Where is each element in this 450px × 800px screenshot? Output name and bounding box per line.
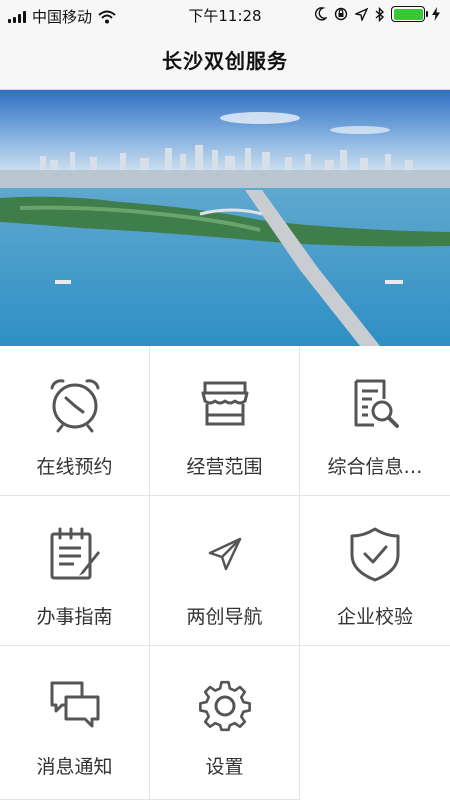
menu-item-label: 设置 (205, 756, 244, 778)
menu-item-label: 综合信息… (327, 456, 423, 478)
menu-item-navigation[interactable]: 两创导航 (150, 496, 300, 646)
shield-check-icon (345, 524, 405, 584)
menu-item-online-booking[interactable]: 在线预约 (0, 346, 150, 496)
chat-bubbles-icon (45, 674, 105, 734)
menu-item-label: 在线预约 (36, 456, 113, 478)
menu-item-business-scope[interactable]: 经营范围 (150, 346, 300, 496)
navigation-bar: 长沙双创服务 (0, 30, 450, 90)
paper-plane-icon (195, 524, 255, 584)
menu-item-messages[interactable]: 消息通知 (0, 646, 150, 800)
menu-item-service-guide[interactable]: 办事指南 (0, 496, 150, 646)
empty-cell (300, 646, 450, 800)
menu-item-label: 经营范围 (186, 456, 263, 478)
gear-icon (195, 674, 255, 734)
menu-item-label: 消息通知 (36, 756, 113, 778)
page-title: 长沙双创服务 (162, 49, 288, 73)
banner-image[interactable] (0, 90, 450, 346)
notepad-pen-icon (45, 524, 105, 584)
city-river-photo (0, 90, 450, 346)
storefront-icon (195, 374, 255, 434)
status-bar: 中国移动 下午11:28 (0, 0, 450, 30)
menu-item-general-info[interactable]: 综合信息… (300, 346, 450, 496)
document-search-icon (345, 374, 405, 434)
charging-bolt-icon (432, 7, 440, 21)
menu-item-enterprise-check[interactable]: 企业校验 (300, 496, 450, 646)
menu-item-settings[interactable]: 设置 (150, 646, 300, 800)
menu-item-label: 两创导航 (186, 606, 263, 628)
battery-icon (391, 6, 428, 22)
menu-item-label: 办事指南 (36, 606, 113, 628)
status-right (315, 6, 440, 22)
location-arrow-icon (355, 7, 368, 21)
moon-icon (315, 7, 327, 21)
function-grid: 在线预约 经营范围 综合信息… 办事指南 两创导航 企业校验 消息通知 设置 (0, 346, 450, 800)
orientation-lock-icon (334, 7, 348, 21)
menu-item-label: 企业校验 (336, 606, 413, 628)
bluetooth-icon (375, 6, 384, 22)
battery-level (393, 8, 423, 20)
alarm-clock-icon (45, 374, 105, 434)
